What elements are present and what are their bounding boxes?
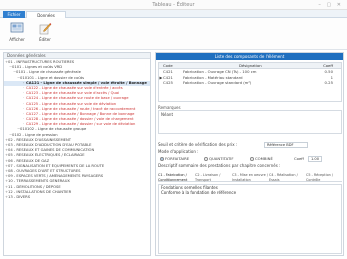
- tab-file[interactable]: Fichier: [3, 11, 25, 18]
- radio-quantitatif[interactable]: QUANTITATIF: [204, 155, 234, 163]
- radio-dot: [204, 156, 208, 161]
- tree-node-label: CA125 - Ligne de chaussée sur voie de dé…: [26, 101, 117, 106]
- tree-node-label: 05 - RESEAUX ÉLECTRIQUES / ÉCLAIRAGE: [8, 153, 85, 158]
- tab-chapter-c3[interactable]: C3 - Mise en oeuvre / Installation: [232, 173, 268, 182]
- tree-node-label: 04 - RESEAUX ET GAINES DE COMMUNICATION: [8, 148, 95, 153]
- components-section-title: Liste des composants de l'élément: [156, 53, 343, 60]
- cell-name: Fabrication - Ouvrage standard (m²): [183, 80, 252, 85]
- tree-node-label: 01 - INFRASTRUCTURES ROUTIERES: [8, 60, 75, 64]
- tree-node-label: 0101 - Lignes et coûts VRD: [12, 65, 63, 70]
- tree-node-label: 0102 - Ligne de pression: [12, 132, 58, 137]
- reference-input[interactable]: [264, 142, 308, 148]
- tree-node-label: 010101 - Ligne et dossier de coûts: [20, 75, 85, 80]
- radio-label: QUANTITATIF: [209, 156, 234, 161]
- chapter-tabs: C1 - Fabrication / Conditionnement C2 - …: [158, 173, 342, 182]
- mode-label: Mode d'application :: [158, 149, 199, 154]
- notes-section: Remarques Néant: [158, 105, 342, 137]
- ribbon: Afficher Éditer: [0, 18, 347, 50]
- tree-node-label: CA122 - Ligne de chaussée sur voie d'ent…: [26, 85, 123, 90]
- tree-node-label: CA126 - Ligne de chaussée / route / trac…: [26, 106, 136, 111]
- title-bar: Tableau - Éditeur – ▢ ✕: [0, 0, 347, 10]
- tree-node-label: 03 - RESEAUX D'ADDUCTION D'EAU POTABLE: [8, 143, 92, 147]
- tab-chapter-c1[interactable]: C1 - Fabrication / Conditionnement: [158, 173, 194, 182]
- tree-node-label: CA129 - Ligne de chaussée / dossier / su…: [26, 122, 136, 127]
- description-field[interactable]: Fondations semelles filantes Conforme à …: [158, 184, 342, 254]
- tree-node-label: CA128 - Ligne de chaussée / dossier / vo…: [26, 117, 134, 122]
- cell-code: C425: [163, 80, 173, 85]
- ribbon-tabbar: Fichier Données générales: [0, 10, 347, 25]
- tree-node-label: CA124 - Ligne de chaussée sur route de b…: [26, 96, 129, 101]
- display-button[interactable]: Afficher: [6, 21, 28, 42]
- detail-panel: Liste des composants de l'élément Code D…: [155, 52, 344, 256]
- reference-row: Seuil et critère de vérification des pri…: [158, 141, 342, 149]
- tab-chapter-c2[interactable]: C2 - Livraison / Transport: [195, 173, 231, 182]
- edit-button[interactable]: Éditer: [34, 21, 56, 42]
- tree-panel: Données générales +01 - INFRASTRUCTURES …: [3, 52, 151, 256]
- coeff-input[interactable]: [308, 156, 322, 162]
- tree-node-label: 0101 - Ligne de chaussée générale: [16, 70, 81, 75]
- radio-forfaitaire[interactable]: FORFAITAIRE: [160, 155, 189, 163]
- tree-node-label: 11 - DÉMOLITIONS / DÉPOSE: [8, 184, 61, 189]
- table-row[interactable]: C425 Fabrication - Ouvrage standard (m²)…: [159, 80, 341, 86]
- description-label-row: Descriptif sommaire des prestations par …: [158, 163, 342, 169]
- tree-node-label: CA127 - Ligne de chaussée / Bonnage / Bo…: [26, 111, 135, 116]
- tree-node-label: 06 - RESEAUX DE GAZ: [8, 158, 50, 163]
- tab-general-data[interactable]: Données générales: [26, 11, 66, 25]
- tree-node-label: 10 - TERRASSEMENTS GÉNÉRAUX: [8, 179, 70, 184]
- tree-view[interactable]: +01 - INFRASTRUCTURES ROUTIERES −0101 - L…: [4, 59, 150, 200]
- description-label: Descriptif sommaire des prestations par …: [158, 163, 281, 168]
- tree-node-label: 07 - SIGNALISATION ET ÉQUIPEMENTS DE LA …: [8, 163, 105, 168]
- edit-pencil-icon: [39, 23, 52, 35]
- tree-node-label: 08 - OUVRAGES D'ART ET STRUCTURES: [8, 168, 81, 173]
- tree-node-label: 13 - DIVERS: [8, 194, 31, 199]
- edit-label: Éditer: [39, 37, 51, 42]
- reference-label: Seuil et critère de vérification des pri…: [158, 142, 238, 147]
- tree-node-label: CA123 - Ligne de chaussée sur voie d'acc…: [26, 91, 120, 96]
- mode-options-row: FORFAITAIRE QUANTITATIF COMBINÉ Coeff: [158, 155, 342, 163]
- tree-node-label: 09 - ESPACES VERTS / AMÉNAGEMENTS PAYSAG…: [8, 174, 104, 179]
- radio-dot: [250, 156, 254, 161]
- radio-label: COMBINÉ: [255, 156, 273, 161]
- display-label: Afficher: [9, 37, 25, 42]
- notes-field[interactable]: Néant: [158, 110, 342, 134]
- tree-node-label: 010102 - Ligne de chaussée groupe: [20, 127, 87, 132]
- tree-node-label: 12 - INSTALLATIONS DE CHANTIER: [8, 189, 72, 194]
- window-controls[interactable]: – ▢ ✕: [318, 2, 343, 8]
- tree-node-label: 02 - RESEAUX D'ASSAINISSEMENT: [8, 137, 71, 142]
- coeff-label: Coeff: [294, 156, 304, 161]
- window-title: Tableau - Éditeur: [152, 2, 195, 8]
- tree-node[interactable]: +13 - DIVERS: [4, 195, 150, 200]
- display-icon: [10, 22, 24, 33]
- settings-form: Seuil et critère de vérification des pri…: [158, 141, 342, 169]
- radio-combine[interactable]: COMBINÉ: [250, 155, 273, 163]
- cell-qty: 0.25: [324, 80, 333, 85]
- radio-label: FORFAITAIRE: [165, 156, 190, 161]
- description-line: Conforme à la fondation de référence: [161, 189, 237, 195]
- tab-chapter-c5[interactable]: C5 - Réception / Contrôle: [306, 173, 342, 182]
- radio-dot: [160, 156, 164, 161]
- tree-node-label: CA121 - Ligne de chaussée simple / voie …: [26, 80, 147, 85]
- components-table: Code Désignation Coeff C421 Fabrication …: [158, 62, 342, 102]
- tab-chapter-c4[interactable]: C4 - Réalisation / Essais: [269, 173, 305, 182]
